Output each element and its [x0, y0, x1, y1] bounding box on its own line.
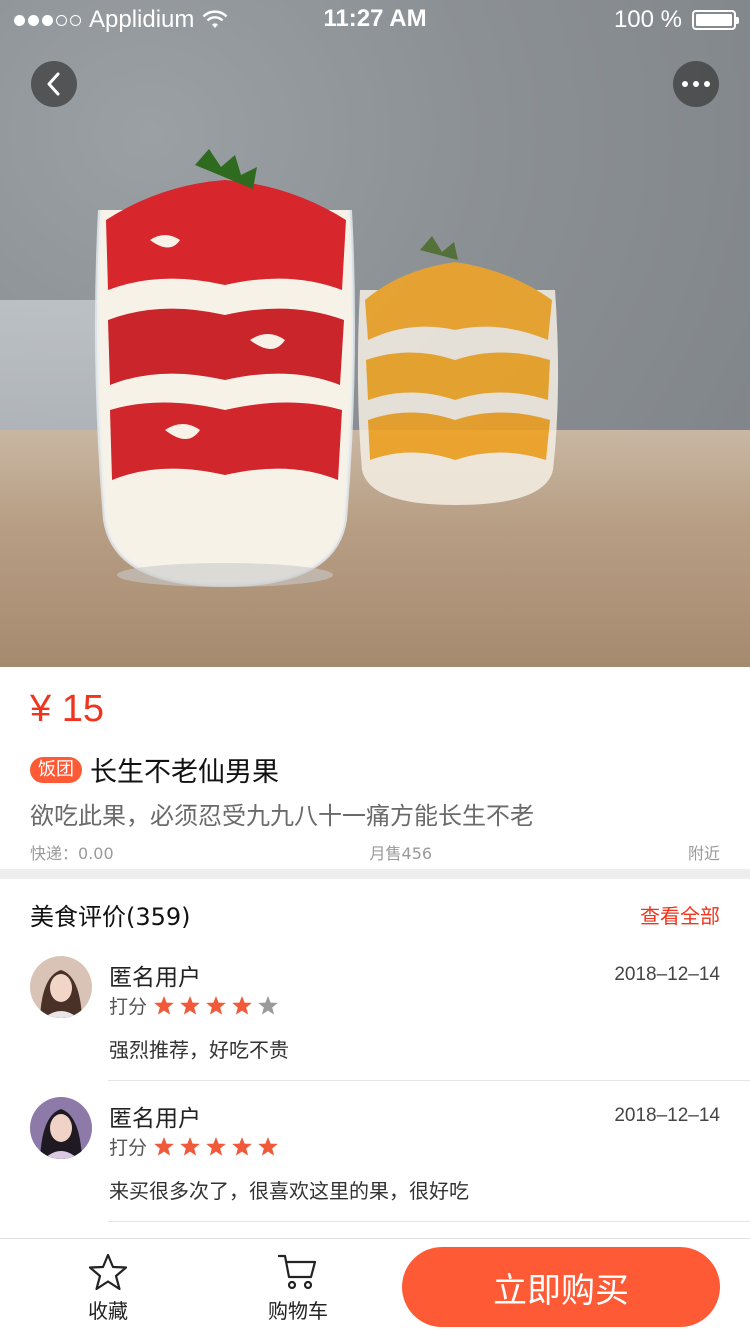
star-filled-icon: [232, 995, 252, 1015]
star-rating: [153, 995, 279, 1017]
star-filled-icon: [206, 995, 226, 1015]
star-filled-icon: [154, 1136, 174, 1156]
more-dots-icon: [682, 81, 710, 87]
star-filled-icon: [180, 1136, 200, 1156]
chevron-left-icon: [47, 72, 60, 96]
status-bar: Applidium 11:27 AM 100 %: [0, 0, 750, 40]
review-divider: [108, 1080, 750, 1081]
see-all-reviews-link[interactable]: 查看全部: [640, 900, 720, 929]
star-filled-icon: [180, 995, 200, 1015]
shopping-cart-icon: [277, 1254, 317, 1290]
star-filled-icon: [154, 995, 174, 1015]
review-text: 强烈推荐，好吃不贵: [109, 1038, 289, 1062]
review-date: 2018–12–14: [614, 964, 720, 985]
review-text: 来买很多次了，很喜欢这里的果，很好吃: [109, 1179, 469, 1203]
review-user-name: 匿名用户: [109, 965, 201, 991]
product-subtitle: 欲吃此果，必须忍受九九八十一痛方能长生不老: [30, 802, 534, 830]
battery-percent: 100 %: [613, 6, 682, 33]
product-detail-page: Applidium 11:27 AM 100 % ¥ 15 饭团 长生不老仙男果…: [0, 0, 750, 1334]
rating-label: 打分: [109, 996, 148, 1018]
battery-icon: [692, 10, 739, 30]
section-divider: [0, 869, 750, 879]
star-filled-icon: [232, 1136, 252, 1156]
reviews-header: 美食评价(359) 查看全部: [30, 897, 720, 932]
dessert-illustration: [94, 149, 559, 588]
avatar: [30, 956, 92, 1018]
star-filled-icon: [258, 1136, 278, 1156]
rating-label: 打分: [109, 1137, 148, 1159]
back-button[interactable]: [31, 61, 77, 107]
review-rating: 打分: [109, 992, 279, 1019]
shipping-fee: 快递：0.00: [30, 844, 114, 863]
favorite-button[interactable]: 收藏: [88, 1253, 128, 1324]
category-tag: 饭团: [30, 756, 82, 783]
bottom-action-bar: 收藏 购物车 立即购买: [0, 1238, 750, 1334]
star-rating: [153, 1136, 279, 1158]
review-date: 2018–12–14: [614, 1105, 720, 1126]
star-outline-icon: [88, 1253, 128, 1291]
review-divider: [108, 1221, 750, 1222]
buy-now-button[interactable]: 立即购买: [402, 1247, 720, 1327]
avatar: [30, 1097, 92, 1159]
cart-label: 购物车: [268, 1299, 328, 1323]
review-rating: 打分: [109, 1133, 279, 1160]
product-title: 长生不老仙男果: [90, 757, 279, 788]
status-right: 100 %: [613, 6, 739, 34]
star-empty-icon: [258, 995, 278, 1015]
star-filled-icon: [206, 1136, 226, 1156]
monthly-sales: 月售456: [369, 844, 433, 863]
product-price: ¥ 15: [30, 688, 104, 730]
reviews-title: 美食评价(359): [30, 903, 191, 931]
favorite-label: 收藏: [88, 1299, 128, 1323]
review-user-name: 匿名用户: [109, 1106, 201, 1132]
location-label: 附近: [687, 844, 720, 863]
more-options-button[interactable]: [673, 61, 719, 107]
product-meta-row: 快递：0.00 月售456 附近: [30, 840, 720, 864]
product-hero-image: Applidium 11:27 AM 100 %: [0, 0, 750, 667]
cart-button[interactable]: 购物车: [268, 1253, 328, 1324]
product-title-row: 饭团 长生不老仙男果: [30, 750, 279, 789]
